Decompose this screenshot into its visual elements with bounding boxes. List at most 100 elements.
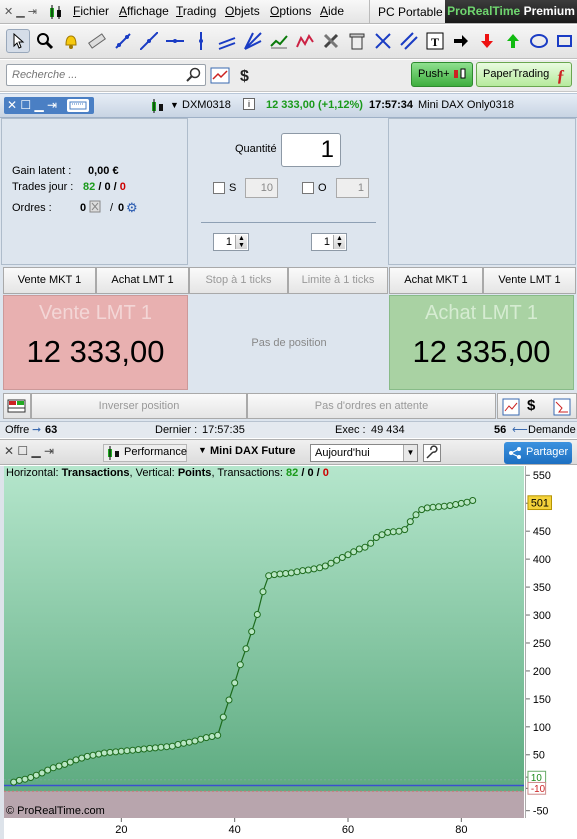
grid-view-button[interactable] xyxy=(3,393,31,419)
order-instrument-code[interactable]: DXM0318 xyxy=(182,99,231,111)
data-point xyxy=(316,564,324,572)
menu-trading[interactable]: Trading xyxy=(176,4,216,18)
y-axis[interactable]: 55050045040035030025020015010050-5010-10… xyxy=(525,466,577,818)
menu-affichage[interactable]: Affichage xyxy=(119,4,169,18)
data-point xyxy=(293,568,301,576)
x-axis[interactable]: 20 40 60 80 xyxy=(4,818,524,839)
vertical-line-icon[interactable] xyxy=(189,29,213,53)
data-point xyxy=(202,734,210,742)
brand-name: ProRealTime xyxy=(447,4,521,18)
menu-aide[interactable]: Aide xyxy=(320,4,344,18)
data-point xyxy=(457,499,465,507)
pointer-icon[interactable] xyxy=(6,29,30,53)
stop-ticks-button[interactable]: Stop à 1 ticks xyxy=(189,267,288,294)
buy-box-price: 12 335,00 xyxy=(412,334,551,369)
achat-mkt-button[interactable]: Achat MKT 1 xyxy=(389,267,483,294)
quantity-label: Quantité xyxy=(235,143,277,155)
chart-instrument-dropdown-icon[interactable]: ▼ xyxy=(198,445,207,455)
text-tool-icon[interactable]: T xyxy=(423,29,447,53)
ruler-icon[interactable] xyxy=(85,29,109,53)
menu-options[interactable]: Options xyxy=(270,4,311,18)
trash-icon[interactable] xyxy=(345,29,369,53)
search-icon[interactable] xyxy=(186,67,202,86)
share-button[interactable]: Partager xyxy=(504,442,572,464)
stop-checkbox[interactable] xyxy=(213,182,225,194)
close-icon[interactable]: ✕ ☐ ▁ ⇥ xyxy=(4,98,57,112)
spinner-left-value: 1 xyxy=(225,236,232,248)
ellipse-icon[interactable] xyxy=(527,29,551,53)
arrow-up-icon[interactable] xyxy=(501,29,525,53)
spinner-right-arrows-icon[interactable]: ▲ ▼ xyxy=(333,235,345,249)
instrument-dropdown-icon[interactable]: ▼ xyxy=(170,100,179,110)
line-tool-icon[interactable] xyxy=(111,29,135,53)
chevron-down-icon[interactable]: ▼ xyxy=(403,445,417,461)
rectangle-icon[interactable] xyxy=(553,29,577,53)
zoom-icon[interactable] xyxy=(33,29,57,53)
wrench-icon[interactable] xyxy=(423,444,441,462)
data-point xyxy=(350,548,358,556)
period-select[interactable]: Aujourd'hui ▼ xyxy=(310,444,418,462)
arrow-right-icon[interactable] xyxy=(449,29,473,53)
order-panel-header: ✕ ☐ ▁ ⇥ ▼ DXM0318 i 12 333,00 (+1,12%) 1… xyxy=(0,93,577,118)
performance-chart[interactable] xyxy=(4,466,524,818)
scanner-icon[interactable] xyxy=(210,65,232,90)
settings-chart-icon[interactable] xyxy=(553,398,571,419)
fibonacci-icon[interactable] xyxy=(267,29,291,53)
menu-objets[interactable]: Objets xyxy=(225,4,260,18)
tools-icon[interactable] xyxy=(319,29,343,53)
window-controls-icon[interactable]: ✕ ▁ ⇥ xyxy=(4,5,37,18)
data-point xyxy=(66,758,74,766)
reverse-position-button[interactable]: Inverser position xyxy=(31,393,247,419)
cross-line-icon[interactable] xyxy=(371,29,395,53)
order-window-controls[interactable]: ✕ ☐ ▁ ⇥ xyxy=(4,97,94,114)
search-box[interactable] xyxy=(6,64,206,86)
trades-count-green: 82 xyxy=(83,181,96,193)
data-point xyxy=(72,756,80,764)
fan-icon[interactable] xyxy=(241,29,265,53)
pattern-icon[interactable] xyxy=(293,29,317,53)
data-point xyxy=(123,747,131,755)
spinner-right[interactable]: 1 ▲ ▼ xyxy=(311,233,347,251)
stop-ticks-field[interactable]: 10 xyxy=(245,178,278,198)
share-icon xyxy=(509,447,521,459)
gear-icon[interactable]: ⚙ xyxy=(126,200,138,216)
horizontal-line-icon[interactable] xyxy=(163,29,187,53)
menu-fichier[interactable]: Fichier xyxy=(73,4,109,18)
buy-price-button[interactable]: Achat LMT 1 12 335,00 xyxy=(389,295,574,390)
spinner-left[interactable]: 1 ▲ ▼ xyxy=(213,233,249,251)
parallel-lines-icon[interactable] xyxy=(397,29,421,53)
candles-icon xyxy=(48,4,64,23)
x-tick-label: 20 xyxy=(115,824,127,836)
chart-trade-icon[interactable] xyxy=(502,398,520,419)
alert-bell-icon[interactable] xyxy=(59,29,83,53)
push-button[interactable]: Push+ xyxy=(411,62,473,87)
vente-lmt-right-button[interactable]: Vente LMT 1 xyxy=(483,267,576,294)
dollar-icon[interactable]: $ xyxy=(527,397,535,414)
order-edit-icon[interactable] xyxy=(89,200,101,216)
dollar-alarm-icon[interactable]: $ xyxy=(238,65,256,90)
limit-ticks-button[interactable]: Limite à 1 ticks xyxy=(288,267,388,294)
data-point xyxy=(282,570,290,577)
period-select-value: Aujourd'hui xyxy=(315,447,370,459)
keyboard-icon[interactable] xyxy=(67,99,89,112)
info-icon[interactable]: i xyxy=(243,98,255,110)
limit-ticks-field[interactable]: 1 xyxy=(336,178,369,198)
channel-icon[interactable] xyxy=(215,29,239,53)
quantity-input[interactable]: 1 xyxy=(281,133,341,167)
pc-portable-label[interactable]: PC Portable xyxy=(378,5,443,19)
sell-price-button[interactable]: Vente LMT 1 12 333,00 xyxy=(3,295,188,390)
limit-checkbox[interactable] xyxy=(302,182,314,194)
data-point xyxy=(333,556,341,564)
vente-mkt-button[interactable]: Vente MKT 1 xyxy=(3,267,96,294)
no-orders-button[interactable]: Pas d'ordres en attente xyxy=(247,393,496,419)
achat-lmt-left-button[interactable]: Achat LMT 1 xyxy=(96,267,189,294)
data-point xyxy=(327,559,335,567)
chart-instrument-name[interactable]: Mini DAX Future xyxy=(210,445,296,457)
chart-window-controls-icon[interactable]: ✕ ☐ ▁ ⇥ xyxy=(4,443,84,460)
search-input[interactable] xyxy=(7,65,177,85)
arrow-down-icon[interactable] xyxy=(475,29,499,53)
extended-line-icon[interactable] xyxy=(137,29,161,53)
spinner-left-arrows-icon[interactable]: ▲ ▼ xyxy=(235,235,247,249)
paper-trading-button[interactable]: PaperTrading ƒ xyxy=(476,62,572,87)
performance-button[interactable]: Performance xyxy=(103,444,187,462)
